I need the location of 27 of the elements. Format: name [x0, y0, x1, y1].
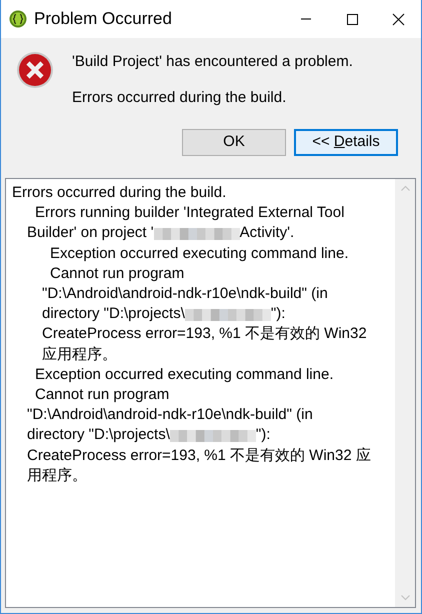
message-title: 'Build Project' has encountered a problem. [72, 52, 353, 72]
detail-line: Exception occurred executing command line. [49, 244, 350, 264]
detail-line: CreateProcess error=193, %1 不是有效的 Win32 [41, 324, 368, 344]
error-icon [16, 51, 54, 89]
detail-line: Exception occurred executing command line. [34, 364, 334, 385]
detail-line: 应用程序。 [41, 344, 118, 365]
detail-text: directory "D:\projects\ [42, 305, 185, 322]
detail-text: "): [270, 305, 286, 322]
detail-text: Activity'. [240, 224, 294, 242]
detail-line: Cannot run program [34, 385, 170, 406]
window-title: Problem Occurred [34, 8, 173, 30]
detail-line: Errors occurred during the build. [11, 183, 228, 203]
app-icon [9, 10, 27, 28]
detail-text: directory "D:\projects\ [27, 426, 170, 444]
message-text: Errors occurred during the build. [72, 88, 288, 108]
detail-line: Cannot run program [49, 264, 186, 284]
maximize-icon[interactable] [346, 12, 358, 26]
ok-button[interactable]: OK [182, 129, 286, 156]
detail-line: 用程序。 [26, 466, 88, 486]
details-button[interactable]: << Details [294, 129, 398, 156]
detail-text: "): [256, 426, 270, 444]
detail-line: Errors running builder 'Integrated External Tool [34, 203, 346, 224]
detail-text: Builder' on project ' [27, 224, 154, 242]
detail-line: "D:\Android\android-ndk-r10e\ndk-build" (in [41, 284, 329, 304]
close-icon[interactable] [392, 12, 404, 26]
detail-line: "D:\Android\android-ndk-r10e\ndk-build" (in [26, 405, 314, 426]
detail-line: CreateProcess error=193, %1 不是有效的 Win32 应 [26, 446, 372, 466]
